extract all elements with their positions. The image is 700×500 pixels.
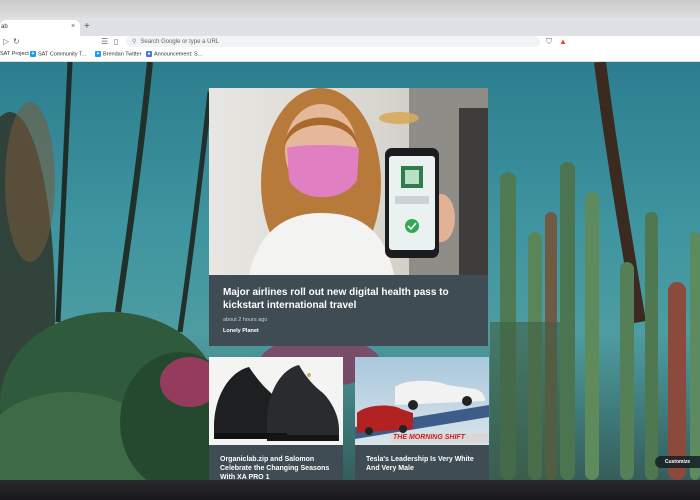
twitter-icon: ✦ [95,51,101,57]
bookmark-item[interactable]: ✦ Brendan Twitter [95,51,141,57]
featured-news-card[interactable]: Major airlines roll out new digital heal… [209,88,488,346]
tab-strip: ab × [0,18,700,36]
news-photo-banner: THE MORNING SHIFT [391,433,489,443]
photo-illustration [249,88,488,275]
window-bezel-bottom [0,480,700,500]
reload-icon[interactable]: ↻ [13,36,20,48]
bookmark-label: SAT Project [0,51,29,57]
menu-lines-icon[interactable]: ☰ [101,36,108,48]
featured-news-time: about 2 hours ago [223,317,268,323]
search-input[interactable]: ⚲ Search Google or type a URL [126,36,540,47]
discord-icon: ● [146,51,152,57]
new-tab-button[interactable]: + [84,19,90,35]
bookmark-icon[interactable]: ▯ [114,36,118,48]
close-icon[interactable]: × [71,23,75,30]
bookmark-label: Announcement: S... [154,51,203,58]
featured-news-source: Lonely Planet [223,328,259,334]
bookmarks-bar: SAT Project ✦ SAT Community T... ✦ Brendan… [0,48,700,62]
tab-title: ab [1,24,8,30]
brave-shield-icon[interactable]: ⛉ [546,36,552,48]
bookmark-item[interactable]: ✦ SAT Community T... [30,51,86,57]
omnibox-placeholder: Search Google or type a URL [140,39,220,45]
bookmark-item[interactable]: ● Announcement: S... [146,51,202,57]
bookmark-label: Brendan Twitter [103,51,142,58]
news-photo-masked-woman-with-phone [209,88,488,275]
bookmark-item[interactable]: SAT Project [0,51,29,57]
tab-new-tab[interactable]: ab × [0,20,80,36]
photo-illustration [214,365,339,441]
photo-illustration [355,380,489,439]
featured-news-title[interactable]: Major airlines roll out new digital heal… [223,286,473,312]
back-arrow-icon[interactable]: ▷ [3,36,9,48]
bookmark-label: SAT Community T... [38,51,87,58]
customize-button[interactable]: Customize [655,456,700,468]
news-photo-car-carrier: THE MORNING SHIFT [355,357,489,445]
news-card-title[interactable]: Organiclab.zip and Salomon Celebrate the… [220,455,340,480]
search-icon: ⚲ [132,39,137,45]
news-card-title[interactable]: Tesla's Leadership Is Very White And Ver… [366,455,486,473]
brave-rewards-icon[interactable]: ▲ [559,36,567,48]
twitter-icon: ✦ [30,51,36,57]
window-bezel-top [0,0,700,18]
news-card[interactable]: THE MORNING SHIFT Tesla's Leadership Is … [355,357,489,480]
news-photo-sneakers [209,357,343,445]
news-card[interactable]: Organiclab.zip and Salomon Celebrate the… [209,357,343,480]
